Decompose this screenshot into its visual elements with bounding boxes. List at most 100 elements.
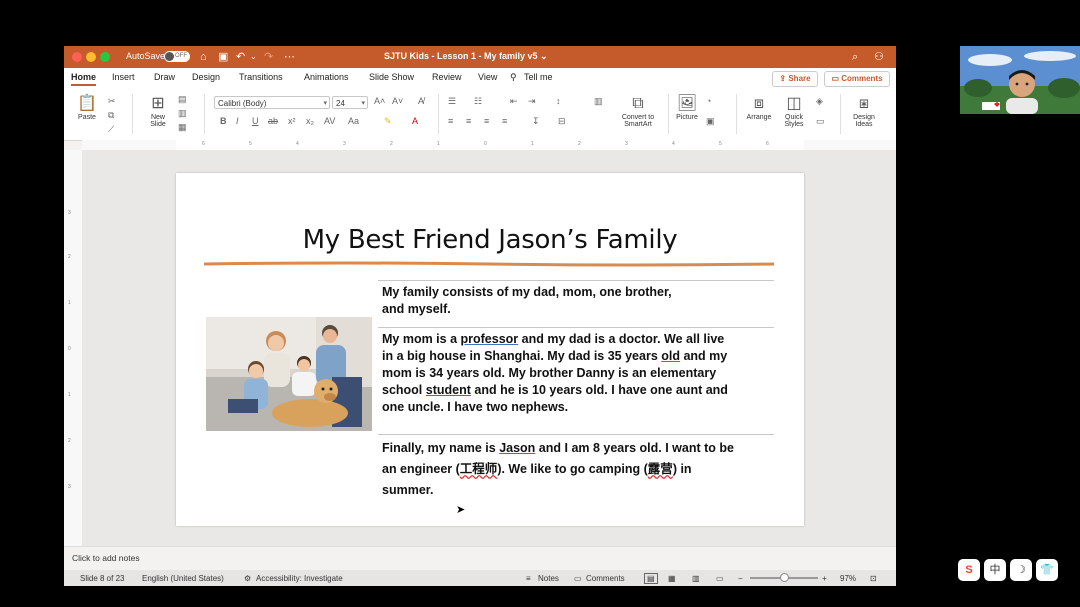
slide-sorter-icon[interactable]: ▦ — [668, 574, 676, 583]
zoom-slider[interactable] — [750, 573, 818, 582]
tab-home[interactable]: Home — [71, 72, 97, 86]
picture-button[interactable]: 🖼 Picture — [672, 94, 702, 121]
paragraph-3[interactable]: Finally, my name is Jason and I am 8 yea… — [382, 438, 734, 501]
slide-show-icon[interactable]: ▭ — [716, 574, 724, 583]
quick-styles-button[interactable]: ◫ Quick Styles — [778, 94, 810, 128]
shapes-icon[interactable]: ◔ — [706, 96, 711, 106]
increase-font-icon[interactable]: A˄ — [374, 96, 385, 106]
undo-dropdown-icon[interactable]: ⌄ — [250, 49, 257, 65]
bullets-icon[interactable]: ☰ — [448, 96, 456, 107]
format-painter-icon[interactable]: ⟋ — [108, 124, 114, 135]
minimize-window-button[interactable] — [86, 52, 96, 62]
decrease-indent-icon[interactable]: ⇤ — [510, 96, 518, 107]
paragraph-2[interactable]: My mom is a professor and my dad is a do… — [382, 331, 728, 416]
shape-fill-icon[interactable]: ◈ — [816, 96, 823, 107]
slide[interactable]: My Best Friend Jason’s Family My family … — [176, 173, 804, 526]
text-direction-icon[interactable]: ↧ — [532, 116, 540, 127]
bold-icon[interactable]: B — [220, 116, 227, 126]
design-ideas-button[interactable]: ⧆ Design Ideas — [846, 94, 882, 128]
decrease-font-icon[interactable]: A˅ — [392, 96, 403, 106]
ruler-label: 3 — [625, 141, 628, 147]
character-spacing-icon[interactable]: AV — [324, 116, 335, 126]
redo-icon[interactable]: ↷ — [264, 49, 273, 65]
ruler-label: 5 — [719, 141, 722, 147]
normal-view-icon[interactable]: ▤ — [644, 573, 658, 584]
underline-icon[interactable]: U — [252, 116, 259, 126]
tab-review[interactable]: Review — [432, 72, 462, 82]
reading-view-icon[interactable]: ▥ — [692, 574, 700, 583]
text-run: ) in — [672, 462, 692, 476]
zoom-level[interactable]: 97% — [840, 574, 856, 583]
quick-styles-icon: ◫ — [786, 95, 802, 112]
justify-icon[interactable]: ≡ — [502, 116, 507, 126]
cut-icon[interactable]: ✂ — [108, 96, 116, 107]
moon-icon[interactable]: ☽ — [1010, 559, 1032, 581]
fit-to-window-icon[interactable]: ⊡ — [870, 574, 877, 583]
notes-pane[interactable]: Click to add notes — [64, 546, 896, 571]
paste-button[interactable]: 📋 Paste — [72, 94, 102, 121]
paragraph-1[interactable]: My family consists of my dad, mom, one b… — [382, 284, 672, 318]
sogou-input-icon[interactable]: S — [958, 559, 980, 581]
reset-icon[interactable]: ▥ — [178, 108, 187, 119]
maximize-window-button[interactable] — [100, 52, 110, 62]
notes-toggle[interactable]: Notes — [538, 574, 559, 583]
family-photo[interactable] — [206, 317, 372, 431]
arrange-button[interactable]: ⧈ Arrange — [742, 94, 776, 121]
account-icon[interactable]: ⚇ — [874, 49, 884, 65]
columns-icon[interactable]: ▥ — [594, 96, 603, 107]
save-icon[interactable]: ▣ — [218, 49, 228, 65]
language-status[interactable]: English (United States) — [142, 574, 224, 583]
more-icon[interactable]: ⋯ — [284, 49, 295, 65]
comments-toggle[interactable]: Comments — [586, 574, 625, 583]
section-icon[interactable]: ▦ — [178, 122, 187, 133]
close-window-button[interactable] — [72, 52, 82, 62]
highlight-icon[interactable]: ✎ — [384, 116, 392, 127]
home-icon[interactable]: ⌂ — [200, 49, 207, 65]
search-icon[interactable]: ⌕ — [852, 49, 858, 65]
align-right-icon[interactable]: ≡ — [484, 116, 489, 126]
subscript-icon[interactable]: x₂ — [306, 116, 314, 126]
convert-to-smartart-button[interactable]: ⧉ Convert to SmartArt — [612, 94, 664, 128]
font-name-select[interactable]: Calibri (Body) — [214, 96, 330, 110]
shape-outline-icon[interactable]: ▭ — [816, 116, 825, 127]
tab-design[interactable]: Design — [192, 72, 220, 82]
autosave-toggle[interactable]: OFF — [164, 51, 190, 62]
align-center-icon[interactable]: ≡ — [466, 116, 471, 126]
italic-icon[interactable]: I — [236, 116, 239, 126]
zoom-out-icon[interactable]: − — [738, 574, 743, 583]
undo-icon[interactable]: ↶ — [236, 49, 245, 65]
copy-icon[interactable]: ⧉ — [108, 110, 114, 121]
slide-title[interactable]: My Best Friend Jason’s Family — [176, 225, 804, 255]
zoom-slider-knob[interactable] — [780, 573, 789, 582]
shirt-icon[interactable]: 👕 — [1036, 559, 1058, 581]
slide-position: Slide 8 of 23 — [80, 574, 125, 583]
text-box-icon[interactable]: ▣ — [706, 116, 715, 127]
tab-slide-show[interactable]: Slide Show — [369, 72, 414, 82]
tab-view[interactable]: View — [478, 72, 497, 82]
comments-button[interactable]: ▭ Comments — [824, 71, 890, 87]
tab-insert[interactable]: Insert — [112, 72, 135, 82]
increase-indent-icon[interactable]: ⇥ — [528, 96, 536, 107]
tell-me-search[interactable]: Tell me — [524, 72, 553, 82]
ruler-label: 1 — [68, 392, 71, 398]
share-button[interactable]: ⇪ Share — [772, 71, 818, 87]
zoom-in-icon[interactable]: + — [822, 574, 827, 583]
change-case-icon[interactable]: Aa — [348, 116, 359, 126]
new-slide-button[interactable]: ⊞ New Slide — [140, 94, 176, 128]
tab-animations[interactable]: Animations — [304, 72, 349, 82]
tab-transitions[interactable]: Transitions — [239, 72, 283, 82]
layout-icon[interactable]: ▤ — [178, 94, 187, 105]
strikethrough-icon[interactable]: ab — [268, 116, 278, 126]
chinese-mode-icon[interactable]: 中 — [984, 559, 1006, 581]
line-spacing-icon[interactable]: ↕ — [556, 96, 561, 106]
tell-me-icon[interactable]: ⚲ — [510, 72, 517, 83]
align-left-icon[interactable]: ≡ — [448, 116, 453, 126]
clear-format-icon[interactable]: A̸ — [418, 96, 424, 106]
superscript-icon[interactable]: x² — [288, 116, 296, 126]
accessibility-status[interactable]: Accessibility: Investigate — [256, 574, 343, 583]
font-color-icon[interactable]: A — [412, 116, 418, 126]
font-size-select[interactable]: 24 — [332, 96, 368, 110]
tab-draw[interactable]: Draw — [154, 72, 175, 82]
numbering-icon[interactable]: ☷ — [474, 96, 482, 107]
align-text-icon[interactable]: ⊟ — [558, 116, 566, 127]
